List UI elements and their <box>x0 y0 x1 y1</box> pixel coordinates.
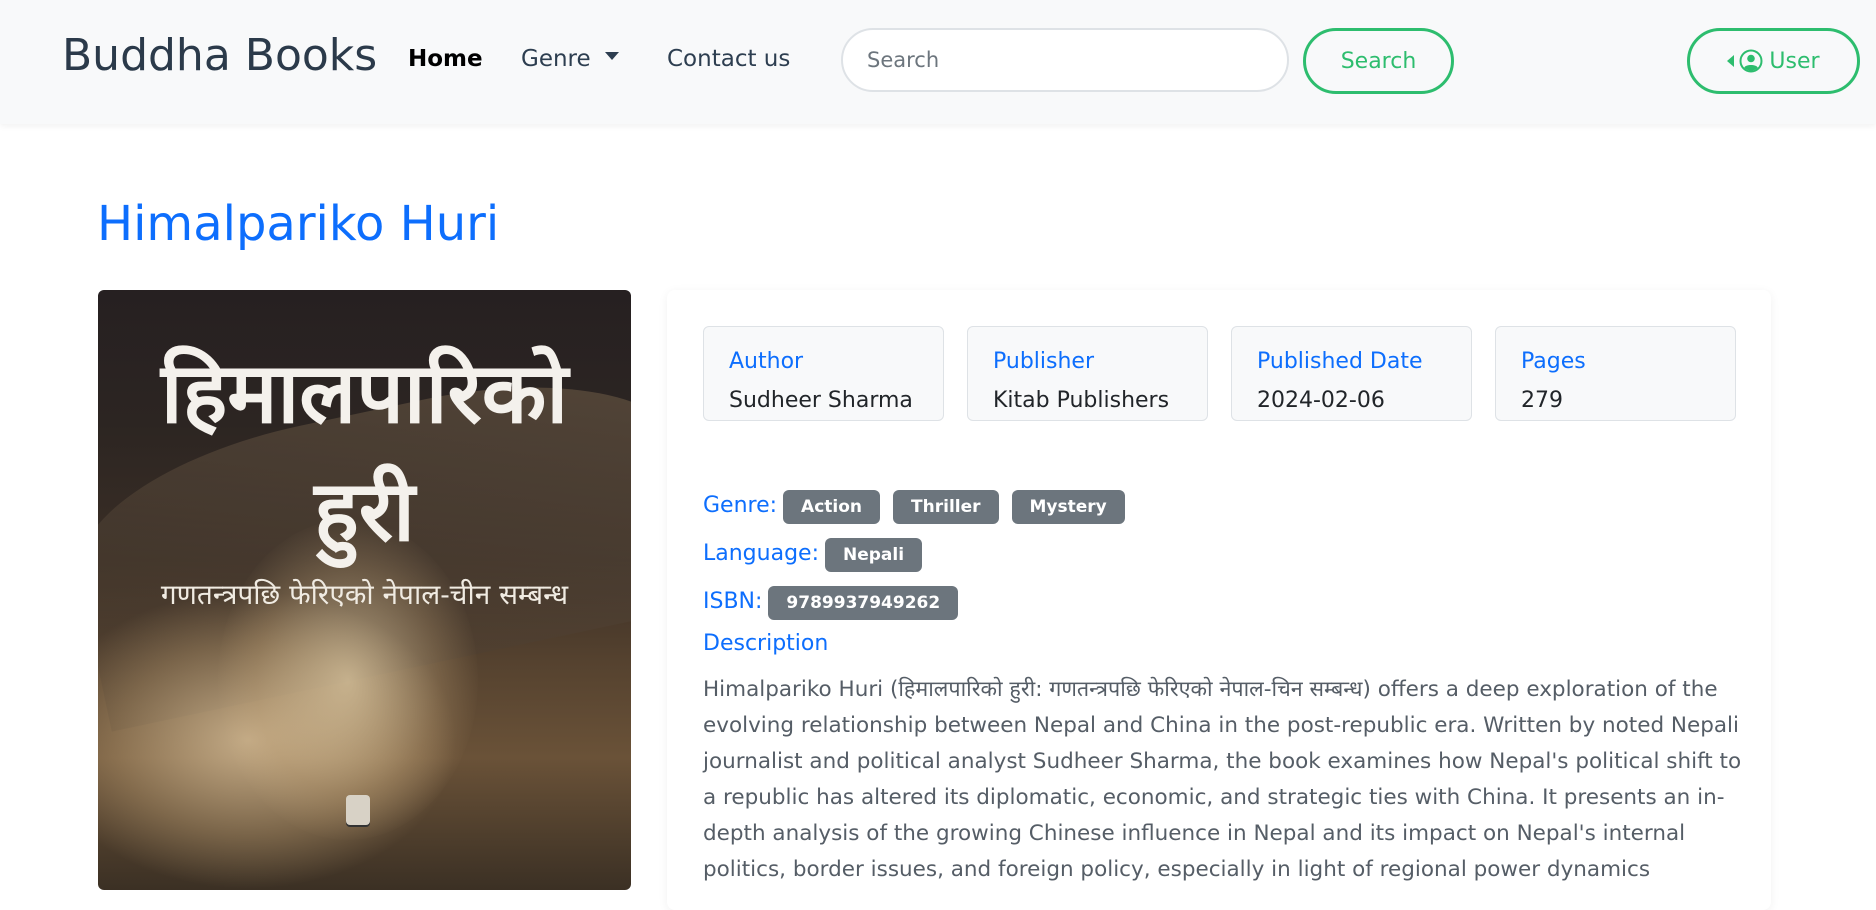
user-circle-icon <box>1739 49 1763 73</box>
description-text: Himalpariko Huri (हिमालपारिको हुरी: गणतन… <box>703 677 1742 882</box>
pages-label: Pages <box>1521 349 1586 374</box>
genre-row: Genre: Action Thriller Mystery <box>703 488 1138 524</box>
genre-badge-thriller[interactable]: Thriller <box>893 490 999 524</box>
publisher-value: Kitab Publishers <box>993 388 1170 413</box>
cover-title-line1: हिमालपारिको <box>160 343 569 442</box>
book-details-card: Author Sudheer Sharma Publisher Kitab Pu… <box>667 290 1771 910</box>
nav-genre-label: Genre <box>521 46 591 72</box>
book-cover-image: हिमालपारिको हुरी गणतन्त्रपछि फेरिएको नेप… <box>98 290 631 890</box>
language-label: Language: <box>703 540 819 566</box>
isbn-row: ISBN: 9789937949262 <box>703 584 971 620</box>
published-date-label: Published Date <box>1257 349 1423 374</box>
user-menu-button[interactable]: User <box>1687 28 1860 94</box>
search-input[interactable] <box>841 28 1289 92</box>
published-date-box: Published Date 2024-02-06 <box>1231 326 1472 421</box>
nav-genre-dropdown[interactable]: Genre <box>521 46 619 72</box>
author-label: Author <box>729 349 804 374</box>
publisher-box: Publisher Kitab Publishers <box>967 326 1208 421</box>
genre-badge-mystery[interactable]: Mystery <box>1011 490 1125 524</box>
language-row: Language: Nepali <box>703 536 935 572</box>
cover-vehicle <box>346 795 370 825</box>
isbn-label: ISBN: <box>703 588 763 614</box>
search-button[interactable]: Search <box>1303 28 1454 94</box>
navbar: Buddha Books Home Genre Contact us Searc… <box>0 0 1876 124</box>
caret-left-icon <box>1727 55 1735 67</box>
publisher-label: Publisher <box>993 349 1094 374</box>
language-badge: Nepali <box>824 538 923 572</box>
published-date-value: 2024-02-06 <box>1257 388 1385 413</box>
description-heading: Description <box>703 631 829 656</box>
nav-contact-link[interactable]: Contact us <box>667 46 790 72</box>
author-box: Author Sudheer Sharma <box>703 326 944 421</box>
caret-down-icon <box>604 51 619 60</box>
book-title: Himalpariko Huri <box>97 196 500 252</box>
genre-badge-action[interactable]: Action <box>783 490 881 524</box>
pages-box: Pages 279 <box>1495 326 1736 421</box>
cover-subtitle: गणतन्त्रपछि फेरिएको नेपाल-चीन सम्बन्ध <box>160 578 569 611</box>
genre-label: Genre: <box>703 492 778 518</box>
isbn-badge: 9789937949262 <box>768 586 959 620</box>
user-button-label: User <box>1769 48 1820 74</box>
nav-home-link[interactable]: Home <box>408 46 483 72</box>
author-value: Sudheer Sharma <box>729 388 913 413</box>
pages-value: 279 <box>1521 388 1563 413</box>
cover-title-line2: हुरी <box>314 461 415 560</box>
brand-logo[interactable]: Buddha Books <box>62 30 377 81</box>
